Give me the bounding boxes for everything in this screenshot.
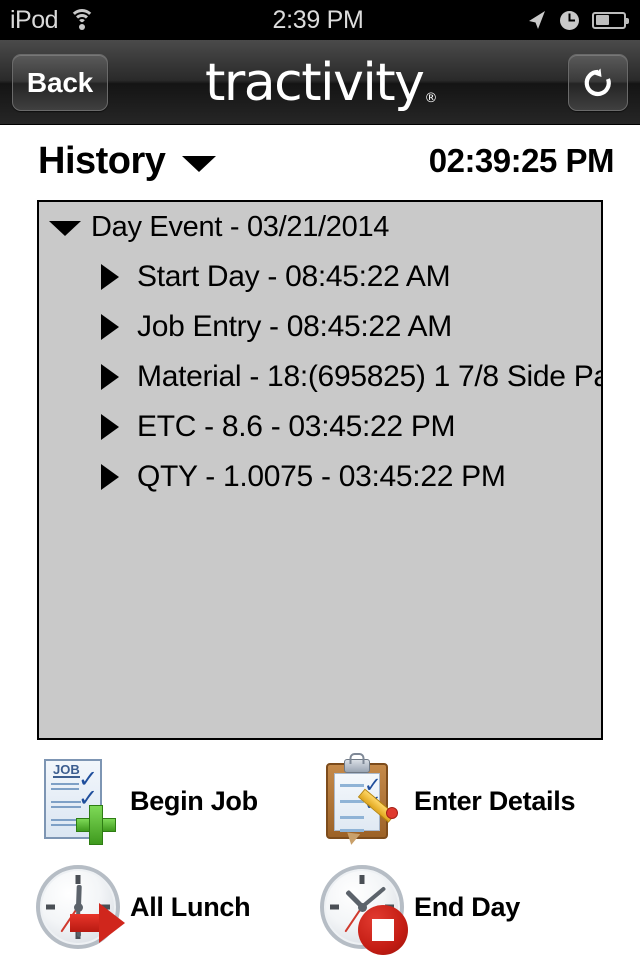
brand-trademark: ® (424, 90, 437, 106)
back-button[interactable]: Back (12, 54, 108, 111)
tree-child-row[interactable]: Material - 18:(695825) 1 7/8 Side Pai (39, 352, 601, 402)
clock-red-stop-icon (314, 859, 410, 955)
status-bar: iPod 2:39 PM (0, 0, 640, 40)
wifi-icon (68, 9, 96, 31)
end-day-button[interactable]: End Day (314, 854, 598, 960)
section-header: History 02:39:25 PM (0, 125, 640, 197)
navigation-bar: Back tractivity® (0, 40, 640, 125)
brand-name: tractivity (205, 52, 425, 113)
triangle-right-icon[interactable] (101, 314, 119, 340)
red-arrow-badge (70, 903, 126, 943)
brand-text: tractivity® (205, 57, 437, 109)
clipboard-pencil-icon: ✓ ✓ (314, 753, 410, 849)
status-bar-center: 2:39 PM (273, 6, 364, 35)
action-row-top: JOB ✓ ✓ Begin Job ✓ Enter Details (30, 748, 610, 854)
triangle-right-icon[interactable] (101, 364, 119, 390)
app-screen: iPod 2:39 PM Back tractivity® History 02… (0, 0, 640, 960)
job-document-plus-icon: JOB ✓ ✓ (30, 753, 126, 849)
tree-child-label: QTY - 1.0075 - 03:45:22 PM (137, 460, 506, 493)
tree-root-label: Day Event - 03/21/2014 (91, 210, 390, 243)
end-day-label: End Day (414, 891, 520, 922)
enter-details-label: Enter Details (414, 785, 576, 816)
caret-down-icon[interactable] (182, 156, 217, 172)
enter-details-button[interactable]: ✓ ✓ Enter Details (314, 748, 598, 854)
tree-child-row[interactable]: Start Day - 08:45:22 AM (39, 252, 601, 302)
tree-child-row[interactable]: ETC - 8.6 - 03:45:22 PM (39, 402, 601, 452)
begin-job-button[interactable]: JOB ✓ ✓ Begin Job (30, 748, 314, 854)
clock-red-arrow-icon (30, 859, 126, 955)
action-row-bottom: All Lunch End Day (30, 854, 610, 960)
status-bar-time: 2:39 PM (272, 5, 364, 34)
all-lunch-label: All Lunch (130, 891, 251, 922)
tree-child-label: Material - 18:(695825) 1 7/8 Side Pai (137, 360, 603, 393)
tree-child-row[interactable]: QTY - 1.0075 - 03:45:22 PM (39, 452, 601, 502)
page-title: History (38, 139, 166, 182)
triangle-down-icon[interactable] (49, 221, 81, 236)
begin-job-label: Begin Job (130, 785, 258, 816)
carrier-label: iPod (10, 5, 59, 34)
status-bar-right (364, 9, 631, 31)
all-lunch-button[interactable]: All Lunch (30, 854, 314, 960)
triangle-right-icon[interactable] (101, 414, 119, 440)
alarm-clock-icon (560, 10, 580, 30)
tree-child-label: Job Entry - 08:45:22 AM (137, 310, 452, 343)
tree-child-label: ETC - 8.6 - 03:45:22 PM (137, 410, 456, 443)
location-arrow-icon (529, 11, 546, 29)
refresh-icon (584, 68, 611, 96)
history-tree-panel[interactable]: Day Event - 03/21/2014 Start Day - 08:45… (37, 200, 603, 740)
red-stop-badge (358, 905, 408, 955)
tree-child-label: Start Day - 08:45:22 AM (137, 260, 451, 293)
status-bar-left: iPod (10, 6, 273, 35)
running-clock: 02:39:25 PM (428, 142, 615, 179)
refresh-button[interactable] (568, 54, 628, 111)
battery-icon (592, 11, 630, 29)
tree-child-row[interactable]: Job Entry - 08:45:22 AM (39, 302, 601, 352)
triangle-right-icon[interactable] (101, 464, 119, 490)
triangle-right-icon[interactable] (101, 264, 119, 290)
action-button-grid: JOB ✓ ✓ Begin Job ✓ Enter Details All Lu… (0, 748, 640, 960)
tree-root-row[interactable]: Day Event - 03/21/2014 (39, 202, 601, 252)
